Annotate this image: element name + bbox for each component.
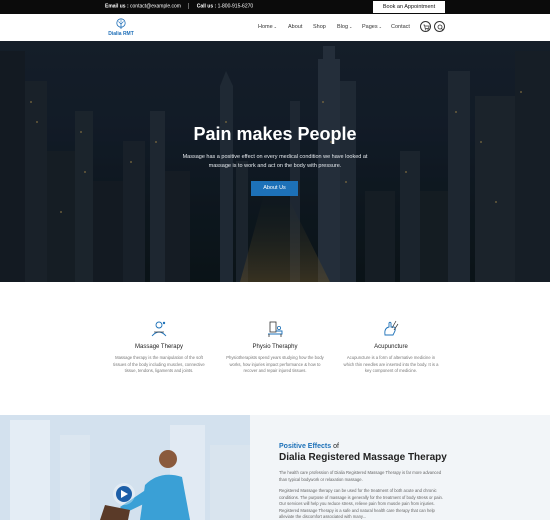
nav-item-home[interactable]: Home⌄ <box>258 24 277 30</box>
acupuncture-icon <box>381 319 401 339</box>
email-label: Email us : <box>105 3 129 10</box>
massage-icon <box>149 319 169 339</box>
logo-tree-icon <box>116 18 126 29</box>
service-title: Physio Theraphy <box>252 344 298 350</box>
chevron-down-icon: ⌄ <box>349 24 353 29</box>
nav-item-about[interactable]: About <box>288 24 302 30</box>
play-video-button[interactable] <box>113 483 135 505</box>
about-paragraph-1: The health care profession of Dialia Reg… <box>279 470 442 482</box>
hero-section: Pain makes People Massage has a positive… <box>0 41 550 282</box>
hero-subtitle: Massage has a positive effect on every m… <box>182 154 368 169</box>
kicker-rest: of <box>333 443 339 450</box>
service-card-massage[interactable]: Massage Therapy Massage therapy is the m… <box>109 319 209 375</box>
service-desc: Massage therapy is the manipulation of t… <box>113 355 205 373</box>
call-value[interactable]: 1-800-915-6270 <box>218 3 254 9</box>
hero-title: Pain makes People <box>193 124 357 144</box>
service-desc: Physiotherapists spend years studying ho… <box>226 355 324 373</box>
service-card-acupuncture[interactable]: Acupuncture Acupuncture is a form of alt… <box>341 319 441 375</box>
logo[interactable]: Dialia RMT <box>104 18 138 39</box>
nav-item-label: Contact <box>391 24 410 30</box>
contact-divider <box>188 3 190 9</box>
nav-item-pages[interactable]: Pages⌄ <box>362 24 382 30</box>
nav-item-shop[interactable]: Shop <box>313 24 326 30</box>
top-bar: Email us : contact@example.com Call us :… <box>0 0 550 14</box>
about-heading: Dialia Registered Massage Therapy <box>279 452 447 463</box>
nav-item-label: About <box>288 24 303 30</box>
chevron-down-icon: ⌄ <box>273 24 278 29</box>
therapy-photo <box>0 415 250 520</box>
about-paragraph-2: Registered Massage therapy can be used f… <box>279 488 444 519</box>
email-value[interactable]: contact@example.com <box>130 3 181 9</box>
about-kicker: Positive Effects of <box>279 443 449 450</box>
service-title: Massage Therapy <box>135 344 183 350</box>
logo-text: Dialia RMT <box>108 31 134 37</box>
services-section: Massage Therapy Massage therapy is the m… <box>0 282 550 415</box>
play-icon <box>116 486 132 502</box>
nav-item-blog[interactable]: Blog⌄ <box>337 24 352 30</box>
chevron-down-icon: ⌄ <box>378 24 382 29</box>
nav-item-label: Home <box>258 24 273 30</box>
cart-icon[interactable] <box>420 21 431 32</box>
nav-item-label: Shop <box>313 24 326 30</box>
about-us-button[interactable]: About Us <box>251 181 298 196</box>
search-icon[interactable] <box>434 21 445 32</box>
nav-item-label: Blog <box>337 24 349 30</box>
call-label: Call us : <box>196 3 217 10</box>
kicker-highlight: Positive Effects <box>279 443 332 450</box>
contact-info: Email us : contact@example.com Call us :… <box>105 3 253 9</box>
service-title: Acupuncture <box>374 344 408 350</box>
main-navbar: Dialia RMT Home⌄ About Shop Blog⌄ Pages⌄… <box>0 14 550 41</box>
about-section: Positive Effects of Dialia Registered Ma… <box>0 415 550 520</box>
nav-item-contact[interactable]: Contact <box>391 24 410 30</box>
physio-icon <box>265 319 285 339</box>
about-content: Positive Effects of Dialia Registered Ma… <box>279 443 449 520</box>
nav-item-label: Pages <box>362 24 378 30</box>
book-appointment-button[interactable]: Book an Appointment <box>373 1 445 13</box>
service-desc: Acupuncture is a form of alternative med… <box>343 355 439 373</box>
service-card-physio[interactable]: Physio Theraphy Physiotherapists spend y… <box>225 319 325 375</box>
